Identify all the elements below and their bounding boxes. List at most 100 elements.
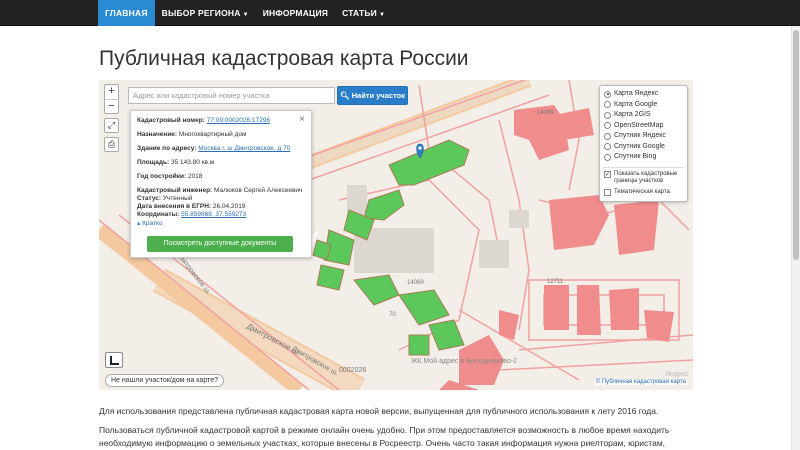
layer-label: Карта Яндекс bbox=[614, 90, 659, 97]
map-lot-label: 14069 bbox=[407, 280, 424, 286]
radio-icon bbox=[604, 143, 611, 150]
thematic-label: Тематическая карта bbox=[614, 189, 670, 195]
layer-label: Карта Google bbox=[614, 100, 658, 108]
nav-info-label: ИНФОРМАЦИЯ bbox=[262, 8, 329, 18]
nav-region-label: ВЫБОР РЕГИОНА bbox=[161, 8, 241, 18]
cad-number-row: Кадастровый номер: 77:09:0002026:17296 bbox=[137, 117, 270, 124]
status-label: Статус: bbox=[137, 195, 162, 202]
engineer-label: Кадастровый инженер: bbox=[137, 187, 213, 194]
nav-item-articles[interactable]: СТАТЬИ ▼ bbox=[335, 0, 392, 26]
show-borders-checkbox[interactable]: ✓ Показать кадастровые границы участков bbox=[604, 171, 686, 185]
year-row: Год постройки: 2018 bbox=[137, 173, 202, 180]
intro-paragraph: Для использования представлена публичная… bbox=[99, 406, 659, 416]
address-link[interactable]: Москва г, ш Дмитровское, д 70 bbox=[198, 145, 290, 152]
fullscreen-button[interactable]: ⤢ bbox=[104, 118, 119, 133]
map-lot-label: 14069 bbox=[537, 110, 554, 116]
coords-label: Координаты: bbox=[137, 211, 180, 218]
page-title: Публичная кадастровая карта России bbox=[99, 47, 469, 70]
show-borders-label: Показать кадастровые границы участков bbox=[614, 171, 678, 184]
find-lot-button[interactable]: 🔍︎ Найти участок bbox=[337, 86, 408, 105]
layer-osm[interactable]: OpenStreetMap bbox=[604, 121, 663, 131]
zoom-out-button[interactable]: − bbox=[105, 99, 118, 113]
area-label: Площадь: bbox=[137, 159, 170, 166]
short-link-label: Кратко bbox=[142, 220, 163, 227]
area-value: 35 143.80 кв.м bbox=[170, 159, 215, 166]
short-link[interactable]: ▴ Кратко bbox=[137, 219, 162, 227]
nav-item-info[interactable]: ИНФОРМАЦИЯ bbox=[256, 0, 335, 26]
page-scrollbar[interactable] bbox=[791, 26, 800, 450]
radio-icon bbox=[604, 111, 611, 119]
year-value: 2018 bbox=[187, 173, 203, 180]
layer-google-map[interactable]: Карта Google bbox=[604, 100, 657, 110]
area-row: Площадь: 35 143.80 кв.м bbox=[137, 159, 214, 166]
map-complex-label: ЖК Мой адрес в Бескудниково-2 bbox=[411, 358, 518, 365]
layer-bing-satellite[interactable]: Спутник Bing bbox=[604, 152, 656, 162]
nav-home-label: ГЛАВНАЯ bbox=[105, 8, 148, 18]
svg-text:Яндекс: Яндекс bbox=[665, 371, 689, 378]
print-button[interactable]: ⎙ bbox=[104, 137, 119, 152]
layer-2gis-map[interactable]: Карта 2GIS bbox=[604, 110, 651, 120]
cad-number-label: Кадастровый номер: bbox=[137, 117, 205, 124]
chevron-down-icon: ▼ bbox=[379, 12, 386, 18]
thematic-map-checkbox[interactable]: Тематическая карта bbox=[604, 189, 670, 196]
purpose-row: Назначение: Многоквартирный дом bbox=[137, 131, 246, 138]
layer-yandex-map[interactable]: Карта Яндекс bbox=[604, 89, 658, 99]
nav-articles-label: СТАТЬИ bbox=[342, 8, 377, 18]
checkbox-checked-icon: ✓ bbox=[604, 171, 611, 178]
main-nav: ГЛАВНАЯ ВЫБОР РЕГИОНА ▼ ИНФОРМАЦИЯ СТАТЬИ… bbox=[98, 0, 392, 26]
zoom-in-button[interactable]: + bbox=[105, 85, 118, 99]
map-copyright-link[interactable]: © Публичная кадастровая карта bbox=[593, 379, 688, 385]
engineer-row: Кадастровый инженер: Малюков Сергей Алек… bbox=[137, 187, 302, 194]
egrn-value: 26.04.2019 bbox=[212, 203, 246, 210]
purpose-value: Многоквартирный дом bbox=[178, 131, 247, 138]
egrn-label: Дата внесения в ЕГРН: bbox=[137, 203, 212, 210]
chevron-down-icon: ▼ bbox=[242, 12, 249, 18]
view-documents-button[interactable]: Посмотреть доступные документы bbox=[147, 236, 293, 252]
layer-label: Спутник Яндекс bbox=[614, 132, 666, 139]
checkbox-icon bbox=[604, 189, 611, 196]
radio-icon bbox=[604, 122, 611, 129]
status-row: Статус: Учтенный bbox=[137, 195, 192, 202]
year-label: Год постройки: bbox=[137, 173, 187, 180]
layer-label: Спутник Google bbox=[614, 142, 665, 150]
coords-row: Координаты: 55.859868, 37.559273 bbox=[137, 211, 246, 218]
cad-number-link[interactable]: 77:09:0002026:17296 bbox=[207, 117, 270, 124]
search-input[interactable] bbox=[128, 87, 335, 104]
description-paragraph: Пользоваться публичной кадастровой карто… bbox=[99, 425, 670, 448]
not-found-button[interactable]: Не нашли участок/дом на карте? bbox=[105, 374, 224, 387]
close-icon[interactable]: × bbox=[299, 114, 305, 125]
radio-icon bbox=[604, 153, 611, 161]
find-lot-label: Найти участок bbox=[351, 91, 405, 100]
zoom-control: + − bbox=[104, 84, 119, 114]
layers-divider bbox=[603, 167, 684, 168]
status-value: Учтенный bbox=[162, 195, 193, 202]
expand-icon: ⤢ bbox=[107, 120, 116, 130]
search-icon: 🔍︎ bbox=[340, 91, 350, 100]
info-popup: × Кадастровый номер: 77:09:0002026:17296… bbox=[130, 110, 312, 258]
nav-item-home[interactable]: ГЛАВНАЯ bbox=[98, 0, 155, 26]
printer-icon: ⎙ bbox=[107, 139, 116, 149]
scrollbar-thumb[interactable] bbox=[793, 30, 799, 260]
layer-label: Карта 2GIS bbox=[614, 111, 651, 118]
cadastral-map[interactable]: Яндекс Дмитровское ш. Дмитровское ш. Дми… bbox=[99, 80, 693, 390]
top-navbar: ГЛАВНАЯ ВЫБОР РЕГИОНА ▼ ИНФОРМАЦИЯ СТАТЬИ… bbox=[0, 0, 800, 26]
purpose-label: Назначение: bbox=[137, 131, 178, 138]
address-row: Здание по адресу: Москва г, ш Дмитровско… bbox=[137, 145, 290, 152]
layer-yandex-satellite[interactable]: Спутник Яндекс bbox=[604, 131, 666, 141]
nav-item-region[interactable]: ВЫБОР РЕГИОНА ▼ bbox=[155, 0, 256, 26]
radio-icon bbox=[604, 132, 611, 140]
map-corner-button[interactable] bbox=[105, 352, 123, 368]
layer-google-satellite[interactable]: Спутник Google bbox=[604, 142, 665, 152]
address-label: Здание по адресу: bbox=[137, 145, 197, 152]
radio-icon bbox=[604, 90, 611, 98]
coords-link[interactable]: 55.859868, 37.559273 bbox=[181, 211, 246, 218]
layers-panel: Карта Яндекс Карта Google Карта 2GIS Ope… bbox=[599, 85, 688, 202]
map-lot-label: 12711 bbox=[547, 279, 564, 285]
map-quarter-label: 0002026 bbox=[339, 367, 367, 374]
map-lot-label: 70 bbox=[389, 312, 396, 318]
engineer-value: Малюков Сергей Алексеевич bbox=[214, 187, 303, 194]
layer-label: OpenStreetMap bbox=[614, 121, 664, 129]
egrn-row: Дата внесения в ЕГРН: 26.04.2019 bbox=[137, 203, 245, 210]
caret-up-icon: ▴ bbox=[137, 220, 141, 227]
layer-label: Спутник Bing bbox=[614, 153, 657, 160]
